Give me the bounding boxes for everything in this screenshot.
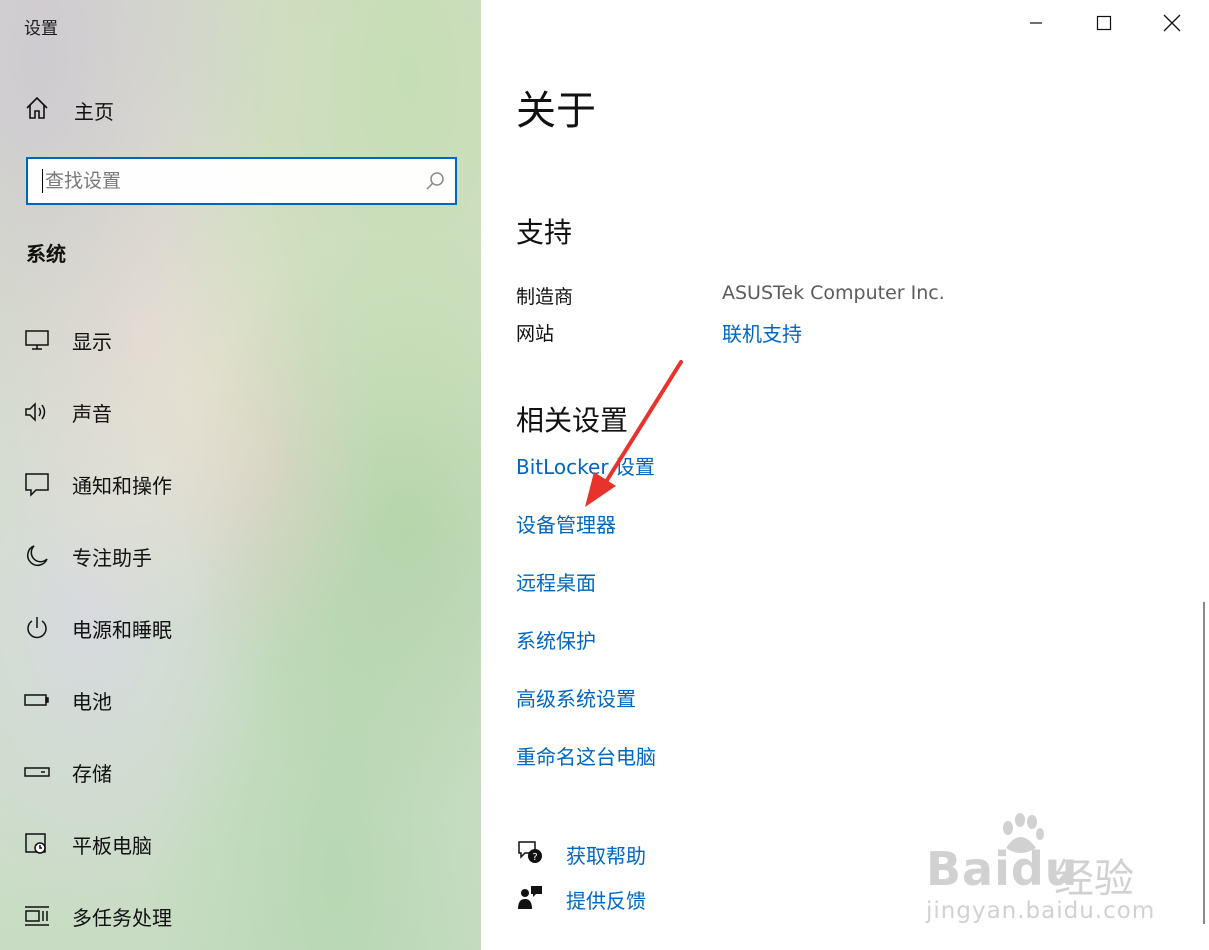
- maximize-button[interactable]: [1070, 0, 1138, 50]
- close-icon: [1163, 14, 1181, 36]
- power-icon: [24, 615, 50, 641]
- minimize-icon: [1028, 15, 1044, 35]
- sidebar-item-display[interactable]: 显示: [0, 304, 481, 376]
- sidebar-item-label: 声音: [72, 401, 112, 426]
- home-label: 主页: [74, 99, 114, 124]
- sidebar-nav: 显示 声音 通知和操作 专注助手 电源和睡眠 电池 存储 平板电脑 多任务处理: [0, 304, 481, 950]
- search-icon[interactable]: [415, 171, 455, 191]
- search-box[interactable]: [26, 157, 457, 205]
- app-title: 设置: [24, 19, 58, 39]
- sidebar-item-label: 通知和操作: [72, 473, 172, 498]
- sidebar-item-notifications[interactable]: 通知和操作: [0, 448, 481, 520]
- home-icon: [24, 95, 50, 125]
- watermark-suffix: 经验: [1054, 856, 1134, 902]
- sidebar-item-label: 显示: [72, 329, 112, 354]
- advanced-system-settings-link[interactable]: 高级系统设置: [516, 683, 636, 712]
- sidebar-item-label: 专注助手: [72, 545, 152, 570]
- sidebar-item-label: 电源和睡眠: [72, 617, 172, 642]
- baidu-watermark: Baidu 经验 jingyan.baidu.com: [926, 812, 1166, 932]
- sidebar-item-multitasking[interactable]: 多任务处理: [0, 880, 481, 950]
- sidebar-item-focus-assist[interactable]: 专注助手: [0, 520, 481, 592]
- scrollbar-thumb[interactable]: [1203, 602, 1205, 924]
- storage-drive-icon: [24, 759, 50, 785]
- tablet-icon: [24, 831, 50, 857]
- online-support-link[interactable]: 联机支持: [722, 318, 802, 347]
- text-caret: [42, 169, 43, 193]
- sidebar-item-power-sleep[interactable]: 电源和睡眠: [0, 592, 481, 664]
- main-panel: 关于 支持 制造商 ASUSTek Computer Inc. 网站 联机支持 …: [481, 0, 1209, 950]
- help-chat-icon: ?: [516, 838, 544, 870]
- device-manager-link[interactable]: 设备管理器: [516, 509, 616, 538]
- sidebar-item-tablet[interactable]: 平板电脑: [0, 808, 481, 880]
- speaker-icon: [24, 399, 50, 425]
- page-title: 关于: [516, 88, 596, 134]
- feedback-person-icon: [516, 883, 544, 915]
- get-help-link[interactable]: ? 获取帮助: [516, 836, 646, 872]
- system-protection-link[interactable]: 系统保护: [516, 625, 596, 654]
- maximize-icon: [1096, 15, 1112, 35]
- watermark-url: jingyan.baidu.com: [926, 898, 1156, 924]
- sidebar-item-label: 电池: [72, 689, 112, 714]
- sidebar-item-label: 平板电脑: [72, 833, 152, 858]
- section-title: 系统: [26, 242, 66, 266]
- give-feedback-label: 提供反馈: [566, 888, 646, 913]
- sidebar-item-storage[interactable]: 存储: [0, 736, 481, 808]
- bitlocker-settings-link[interactable]: BitLocker 设置: [516, 451, 655, 480]
- get-help-label: 获取帮助: [566, 843, 646, 868]
- manufacturer-value: ASUSTek Computer Inc.: [722, 282, 945, 304]
- give-feedback-link[interactable]: 提供反馈: [516, 881, 646, 917]
- monitor-icon: [24, 327, 50, 353]
- minimize-button[interactable]: [1002, 0, 1070, 50]
- website-label: 网站: [516, 323, 555, 345]
- moon-icon: [24, 543, 50, 569]
- close-button[interactable]: [1138, 0, 1206, 50]
- svg-text:?: ?: [532, 852, 537, 863]
- rename-pc-link[interactable]: 重命名这台电脑: [516, 741, 656, 770]
- support-heading: 支持: [516, 216, 573, 249]
- sidebar-home[interactable]: 主页: [24, 92, 114, 128]
- manufacturer-label: 制造商: [516, 286, 574, 308]
- notification-icon: [24, 471, 50, 497]
- remote-desktop-link[interactable]: 远程桌面: [516, 567, 596, 596]
- battery-icon: [24, 687, 50, 713]
- sidebar: 设置 主页 系统 显示: [0, 0, 481, 950]
- search-input[interactable]: [45, 166, 415, 196]
- multitasking-icon: [24, 903, 50, 929]
- related-settings-heading: 相关设置: [516, 404, 629, 437]
- sidebar-item-sound[interactable]: 声音: [0, 376, 481, 448]
- sidebar-item-label: 多任务处理: [72, 905, 172, 930]
- sidebar-item-label: 存储: [72, 761, 112, 786]
- sidebar-item-battery[interactable]: 电池: [0, 664, 481, 736]
